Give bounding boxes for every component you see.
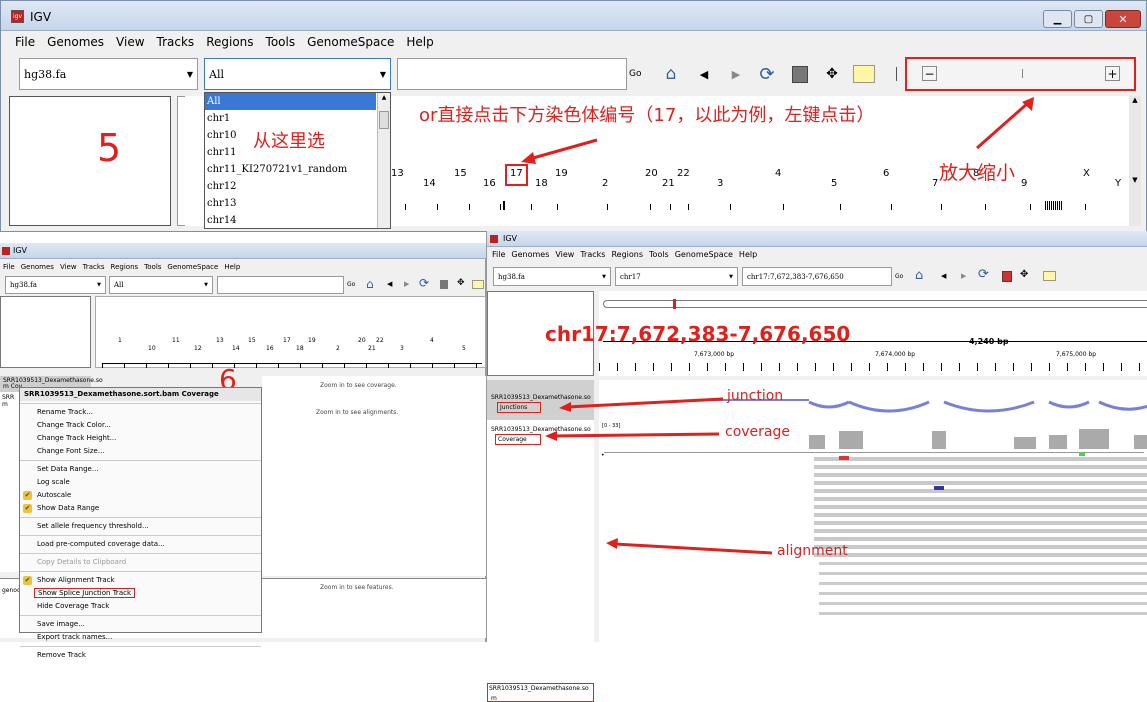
left-name-panel-top [0, 296, 91, 368]
left-data-panel-mid [262, 376, 486, 576]
context-menu-separator [20, 517, 261, 518]
top-igv-window: igv IGV ▁ ▢ ✕ File Genomes View Tracks R… [0, 0, 1147, 232]
chr-label-12[interactable]: 12 [194, 345, 202, 352]
menu-item-save-image[interactable]: Save image... [20, 618, 261, 631]
back-arrow-icon[interactable]: ◀ [387, 280, 392, 288]
left-menu-bar: File Genomes View Tracks Regions Tools G… [0, 261, 244, 272]
chr-label-15[interactable]: 15 [248, 337, 256, 344]
chr-label-17[interactable]: 17 [283, 337, 291, 344]
annotation-arrows-top [521, 97, 1034, 164]
menu-item-label: Show Alignment Track [37, 576, 115, 584]
chevron-down-icon: ▼ [97, 282, 101, 288]
resize-icon[interactable]: ✥ [457, 278, 465, 288]
alignment-track-box [487, 683, 594, 702]
chr-label-18[interactable]: 18 [296, 345, 304, 352]
menu-item-show-splice-junction-track[interactable]: Show Splice Junction Track [20, 587, 261, 600]
menu-regions[interactable]: Regions [108, 263, 142, 271]
zoom-features-text: Zoom in to see features. [320, 584, 394, 591]
track-context-menu: SRR1039513_Dexamethasone.sort.bam Covera… [19, 387, 262, 659]
chr-label-3[interactable]: 3 [400, 345, 404, 352]
chr-label-10[interactable]: 10 [148, 345, 156, 352]
menu-tools[interactable]: Tools [141, 263, 164, 271]
zoom-coverage-text: Zoom in to see coverage. [320, 382, 397, 389]
chr-label-1[interactable]: 1 [118, 337, 122, 344]
roi-icon[interactable] [440, 280, 448, 289]
right-igv-window: IGV File Genomes View Tracks Regions Too… [486, 231, 1147, 702]
menu-item-autoscale[interactable]: ✔ Autoscale [20, 489, 261, 502]
context-menu-separator [20, 615, 261, 616]
checkmark-icon: ✔ [23, 491, 32, 500]
chr-label-22[interactable]: 22 [376, 337, 384, 344]
chromosome-select[interactable]: All ▼ [109, 276, 213, 294]
menu-item-allele-threshold[interactable]: Set allele frequency threshold... [20, 520, 261, 533]
left-data-panel-top: 1 10 11 12 13 14 15 16 17 18 19 2 20 21 … [95, 296, 486, 368]
context-menu-separator [20, 460, 261, 461]
left-title-bar: IGV [0, 243, 486, 259]
checkmark-icon: ✔ [23, 576, 32, 585]
chromosome-value: All [114, 281, 124, 289]
menu-item-change-track-height[interactable]: Change Track Height... [20, 432, 261, 445]
context-menu-separator [20, 571, 261, 572]
side-label: SRR [2, 394, 15, 401]
zoom-alignments-text: Zoom in to see alignments. [316, 409, 399, 416]
chr-label-16[interactable]: 16 [266, 345, 274, 352]
chr-label-14[interactable]: 14 [232, 345, 240, 352]
menu-item-show-data-range[interactable]: ✔ Show Data Range [20, 502, 261, 515]
chr-label-19[interactable]: 19 [308, 337, 316, 344]
menu-item-hide-coverage-track[interactable]: Hide Coverage Track [20, 600, 261, 613]
chr-label-4[interactable]: 4 [430, 337, 434, 344]
menu-item-label: Show Data Range [37, 504, 100, 512]
menu-item-copy-details: Copy Details to Clipboard [37, 558, 127, 566]
go-button[interactable]: Go [347, 281, 355, 288]
left-igv-window: IGV File Genomes View Tracks Regions Too… [0, 243, 486, 659]
menu-item-label: Show Splice Junction Track [34, 588, 136, 598]
checkmark-icon: ✔ [23, 504, 32, 513]
menu-item-rename-track[interactable]: Rename Track... [20, 406, 261, 419]
home-icon[interactable]: ⌂ [366, 277, 374, 291]
left-name-panel-mid: SRR m [0, 392, 20, 572]
menu-item-set-data-range[interactable]: Set Data Range... [20, 463, 261, 476]
locus-input[interactable] [217, 276, 344, 294]
menu-file[interactable]: File [0, 263, 18, 271]
menu-view[interactable]: View [57, 263, 80, 271]
chr-label-2[interactable]: 2 [336, 345, 340, 352]
annotation-arrows-right [545, 397, 773, 555]
context-menu-separator [20, 535, 261, 536]
context-menu-separator [20, 403, 261, 404]
context-menu-separator [20, 646, 261, 647]
chr-label-13[interactable]: 13 [216, 337, 224, 344]
chr-label-21[interactable]: 21 [368, 345, 376, 352]
left-ideogram-line [102, 363, 482, 368]
menu-item-change-font-size[interactable]: Change Font Size... [20, 445, 261, 458]
menu-item-export-track-names[interactable]: Export track names... [20, 631, 261, 644]
menu-item-show-alignment-track[interactable]: ✔ Show Alignment Track [20, 574, 261, 587]
chr-label-5[interactable]: 5 [462, 345, 466, 352]
menu-genomes[interactable]: Genomes [18, 263, 57, 271]
genes-track-label: genoc [2, 587, 21, 594]
chevron-down-icon: ▼ [204, 282, 208, 288]
menu-help[interactable]: Help [221, 263, 243, 271]
chr-label-11[interactable]: 11 [172, 337, 180, 344]
left-window-title: IGV [13, 246, 28, 255]
context-menu-title: SRR1039513_Dexamethasone.sort.bam Covera… [20, 388, 261, 401]
forward-arrow-icon[interactable]: ▶ [404, 280, 409, 288]
alignment-track-sub[interactable]: m [491, 695, 497, 702]
refresh-icon[interactable]: ⟳ [419, 276, 429, 290]
popup-info-icon[interactable] [472, 280, 484, 289]
menu-item-remove-track[interactable]: Remove Track [20, 649, 261, 662]
side-label: m [2, 401, 8, 408]
menu-item-change-track-color[interactable]: Change Track Color... [20, 419, 261, 432]
menu-item-load-coverage[interactable]: Load pre-computed coverage data... [20, 538, 261, 551]
igv-logo-icon [2, 247, 10, 255]
menu-tracks[interactable]: Tracks [80, 263, 108, 271]
genome-select[interactable]: hg38.fa ▼ [5, 276, 106, 294]
menu-item-log-scale[interactable]: Log scale [20, 476, 261, 489]
chr-label-20[interactable]: 20 [358, 337, 366, 344]
menu-genomespace[interactable]: GenomeSpace [164, 263, 221, 271]
genome-value: hg38.fa [10, 281, 37, 289]
menu-item-label: Autoscale [37, 491, 72, 499]
context-menu-separator [20, 553, 261, 554]
